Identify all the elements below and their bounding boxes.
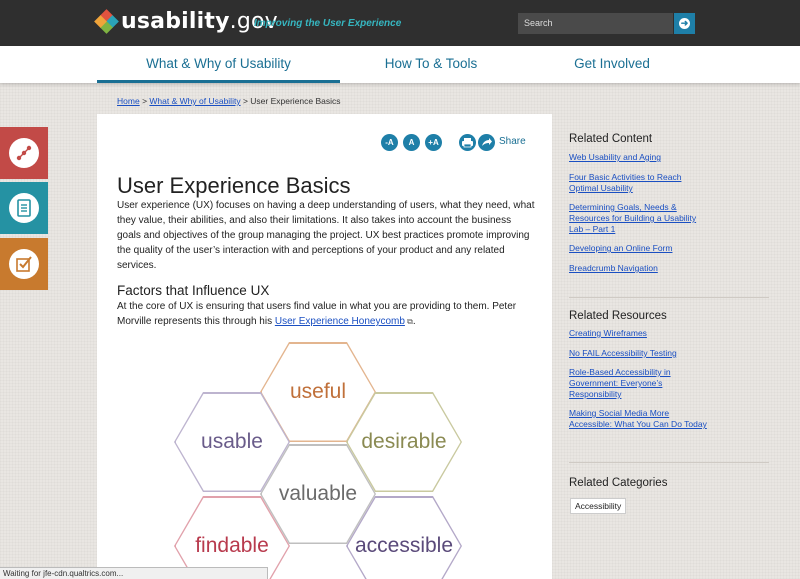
breadcrumb-section[interactable]: What & Why of Usability: [149, 96, 240, 106]
category-tag[interactable]: Accessibility: [570, 498, 627, 514]
section-paragraph: At the core of UX is ensuring that users…: [117, 301, 517, 327]
flow-icon: [9, 138, 39, 168]
related-content-heading: Related Content: [569, 133, 653, 145]
related-categories-heading: Related Categories: [569, 477, 668, 489]
page-title: User Experience Basics: [117, 173, 351, 198]
related-resource-link[interactable]: Making Social Media More Accessible: Wha…: [569, 408, 709, 430]
share-icon[interactable]: [478, 134, 495, 151]
search-input[interactable]: Search: [518, 13, 673, 34]
logo-mark-icon: [94, 8, 119, 34]
nav-item-what-why[interactable]: What & Why of Usability: [97, 46, 340, 83]
main-nav: What & Why of Usability How To & Tools G…: [0, 46, 800, 83]
related-content-link[interactable]: Determining Goals, Needs & Resources for…: [569, 202, 709, 235]
side-tab-checklist[interactable]: [0, 238, 48, 290]
related-content-link[interactable]: Four Basic Activities to Reach Optimal U…: [569, 172, 709, 194]
related-content-link[interactable]: Web Usability and Aging: [569, 152, 709, 163]
nav-item-get-involved[interactable]: Get Involved: [522, 46, 702, 83]
checkbox-icon: [9, 249, 39, 279]
related-resource-link[interactable]: Creating Wireframes: [569, 328, 709, 339]
section-heading: Factors that Influence UX: [117, 283, 270, 298]
breadcrumb-current: User Experience Basics: [250, 96, 341, 106]
breadcrumb-home[interactable]: Home: [117, 96, 140, 106]
intro-paragraph: User experience (UX) focuses on having a…: [117, 200, 535, 271]
search-button[interactable]: ➜: [674, 13, 695, 34]
font-smaller-button[interactable]: -A: [381, 134, 398, 151]
share-link[interactable]: Share: [499, 136, 526, 147]
side-tab-document[interactable]: [0, 182, 48, 234]
article-card: -A A +A Share User Experience Basics Use…: [97, 114, 552, 579]
site-header: usability.gov Improving the User Experie…: [0, 0, 800, 46]
nav-item-how-to-tools[interactable]: How To & Tools: [340, 46, 522, 83]
external-link-icon: ⧉: [404, 317, 413, 326]
site-tagline: Improving the User Experience: [254, 18, 402, 29]
document-icon: [9, 193, 39, 223]
related-resource-link[interactable]: No FAIL Accessibility Testing: [569, 348, 709, 359]
font-larger-button[interactable]: +A: [425, 134, 442, 151]
site-logo[interactable]: usability.gov: [94, 8, 278, 34]
related-content-link[interactable]: Developing an Online Form: [569, 243, 709, 254]
print-icon[interactable]: [459, 134, 476, 151]
browser-status-bar: Waiting for jfe-cdn.qualtrics.com...: [0, 567, 268, 579]
rail-divider: [569, 297, 769, 298]
rail-divider: [569, 462, 769, 463]
side-tab-flow[interactable]: [0, 127, 48, 179]
font-normal-button[interactable]: A: [403, 134, 420, 151]
arrow-right-icon: ➜: [679, 18, 690, 29]
breadcrumb: Home > What & Why of Usability > User Ex…: [117, 96, 341, 106]
related-resources-heading: Related Resources: [569, 310, 667, 322]
related-content-link[interactable]: Breadcrumb Navigation: [569, 263, 709, 274]
honeycomb-link[interactable]: User Experience Honeycomb: [275, 316, 405, 327]
related-resource-link[interactable]: Role-Based Accessibility in Government: …: [569, 367, 709, 400]
